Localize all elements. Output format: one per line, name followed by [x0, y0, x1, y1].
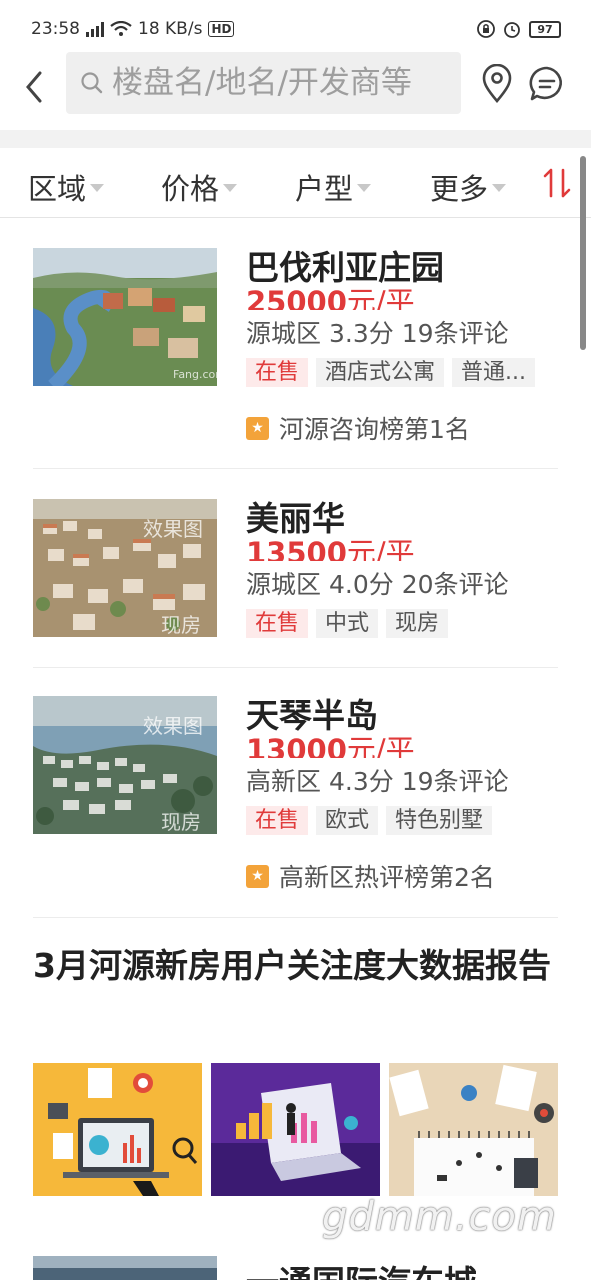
filter-bar: 区域 价格 户型 更多 [0, 148, 591, 218]
listing-thumbnail[interactable] [33, 1256, 217, 1280]
sort-icon[interactable] [542, 166, 572, 200]
report-image[interactable] [389, 1063, 558, 1196]
listing-tags: 在售 酒店式公寓 普通... [246, 358, 558, 387]
section-separator [0, 130, 591, 148]
dropdown-arrow-icon [492, 184, 507, 192]
location-pin-icon[interactable] [480, 64, 514, 104]
scrollbar[interactable] [580, 156, 586, 350]
listing-price: 13500元/平 [246, 539, 415, 561]
tag-on-sale: 在售 [246, 609, 309, 638]
tag: 中式 [316, 609, 379, 638]
filter-layout[interactable]: 户型 [295, 166, 372, 208]
listing-card[interactable]: 效果图 现房 天琴半岛 13000元/平 高新区 4.3分 19条评论 在售 欧式 … [33, 696, 558, 896]
star-icon: ★ [246, 864, 269, 888]
dropdown-arrow-icon [223, 184, 238, 192]
listing-thumbnail: 效果图 现房 [33, 499, 217, 637]
image-watermark: 效果图 [143, 714, 203, 738]
listing-thumbnail: 效果图 现房 [33, 696, 217, 834]
image-watermark: Fang.com [173, 368, 217, 381]
site-watermark: gdmm.com [322, 1194, 557, 1240]
report-title[interactable]: 3月河源新房用户关注度大数据报告 [33, 942, 558, 990]
lock-icon [477, 20, 495, 38]
report-image[interactable] [211, 1063, 380, 1196]
hd-icon: HD [208, 21, 235, 37]
dropdown-arrow-icon [90, 184, 105, 192]
dropdown-arrow-icon [357, 184, 372, 192]
status-bar: 23:58 18 KB/s HD 97 [0, 0, 591, 58]
image-watermark: 现房 [161, 810, 201, 834]
signal-icon [86, 21, 104, 37]
back-arrow-icon[interactable] [20, 67, 50, 107]
listing-name: 天琴半岛 [246, 696, 378, 735]
listing-tags: 在售 中式 现房 [246, 609, 558, 638]
listing-meta: 源城区 4.0分 20条评论 [246, 570, 509, 599]
status-time: 23:58 [31, 19, 80, 39]
filter-more[interactable]: 更多 [430, 166, 507, 208]
network-speed: 18 KB/s [138, 19, 203, 39]
tag: 酒店式公寓 [316, 358, 445, 387]
wifi-icon [110, 21, 132, 36]
alarm-icon [504, 22, 520, 38]
listing-meta: 源城区 3.3分 19条评论 [246, 319, 509, 348]
rank-badge[interactable]: ★ 高新区热评榜第2名 [246, 858, 495, 894]
search-header [0, 52, 591, 120]
filter-price[interactable]: 价格 [161, 166, 238, 208]
listing-price: 13000元/平 [246, 736, 415, 758]
listing-card[interactable]: Fang.com 巴伐利亚庄园 25000元/平 源城区3.3分19条评论 在售… [33, 248, 558, 448]
report-images[interactable] [33, 1063, 558, 1196]
listing-thumbnail: Fang.com [33, 248, 217, 386]
report-image[interactable] [33, 1063, 202, 1196]
listing-name: 巴伐利亚庄园 [246, 248, 444, 287]
listing-name: 美丽华 [246, 499, 345, 538]
divider [33, 468, 558, 469]
divider [33, 667, 558, 668]
tag-on-sale: 在售 [246, 806, 309, 835]
tag: 普通... [452, 358, 536, 387]
filter-region[interactable]: 区域 [28, 166, 105, 208]
listing-tags: 在售 欧式 特色别墅 [246, 806, 558, 835]
message-icon[interactable] [528, 64, 566, 104]
star-icon: ★ [246, 416, 269, 440]
listing-meta: 高新区 4.3分 19条评论 [246, 767, 509, 796]
divider [33, 917, 558, 918]
listing-name[interactable]: 一通国际汽车城 [246, 1256, 477, 1280]
tag: 欧式 [316, 806, 379, 835]
image-watermark: 效果图 [143, 517, 203, 541]
search-input[interactable] [112, 65, 442, 101]
tag-on-sale: 在售 [246, 358, 309, 387]
rank-badge[interactable]: ★ 河源咨询榜第1名 [246, 410, 470, 446]
tag: 现房 [386, 609, 449, 638]
tag: 特色别墅 [386, 806, 493, 835]
search-icon [81, 72, 103, 94]
image-watermark: 现房 [161, 613, 201, 637]
battery-icon: 97 [529, 20, 561, 38]
listing-card[interactable]: 效果图 现房 美丽华 13500元/平 源城区 4.0分 20条评论 在售 中式 现… [33, 499, 558, 639]
listing-price: 25000元/平 [246, 288, 415, 310]
search-box[interactable] [66, 52, 461, 114]
